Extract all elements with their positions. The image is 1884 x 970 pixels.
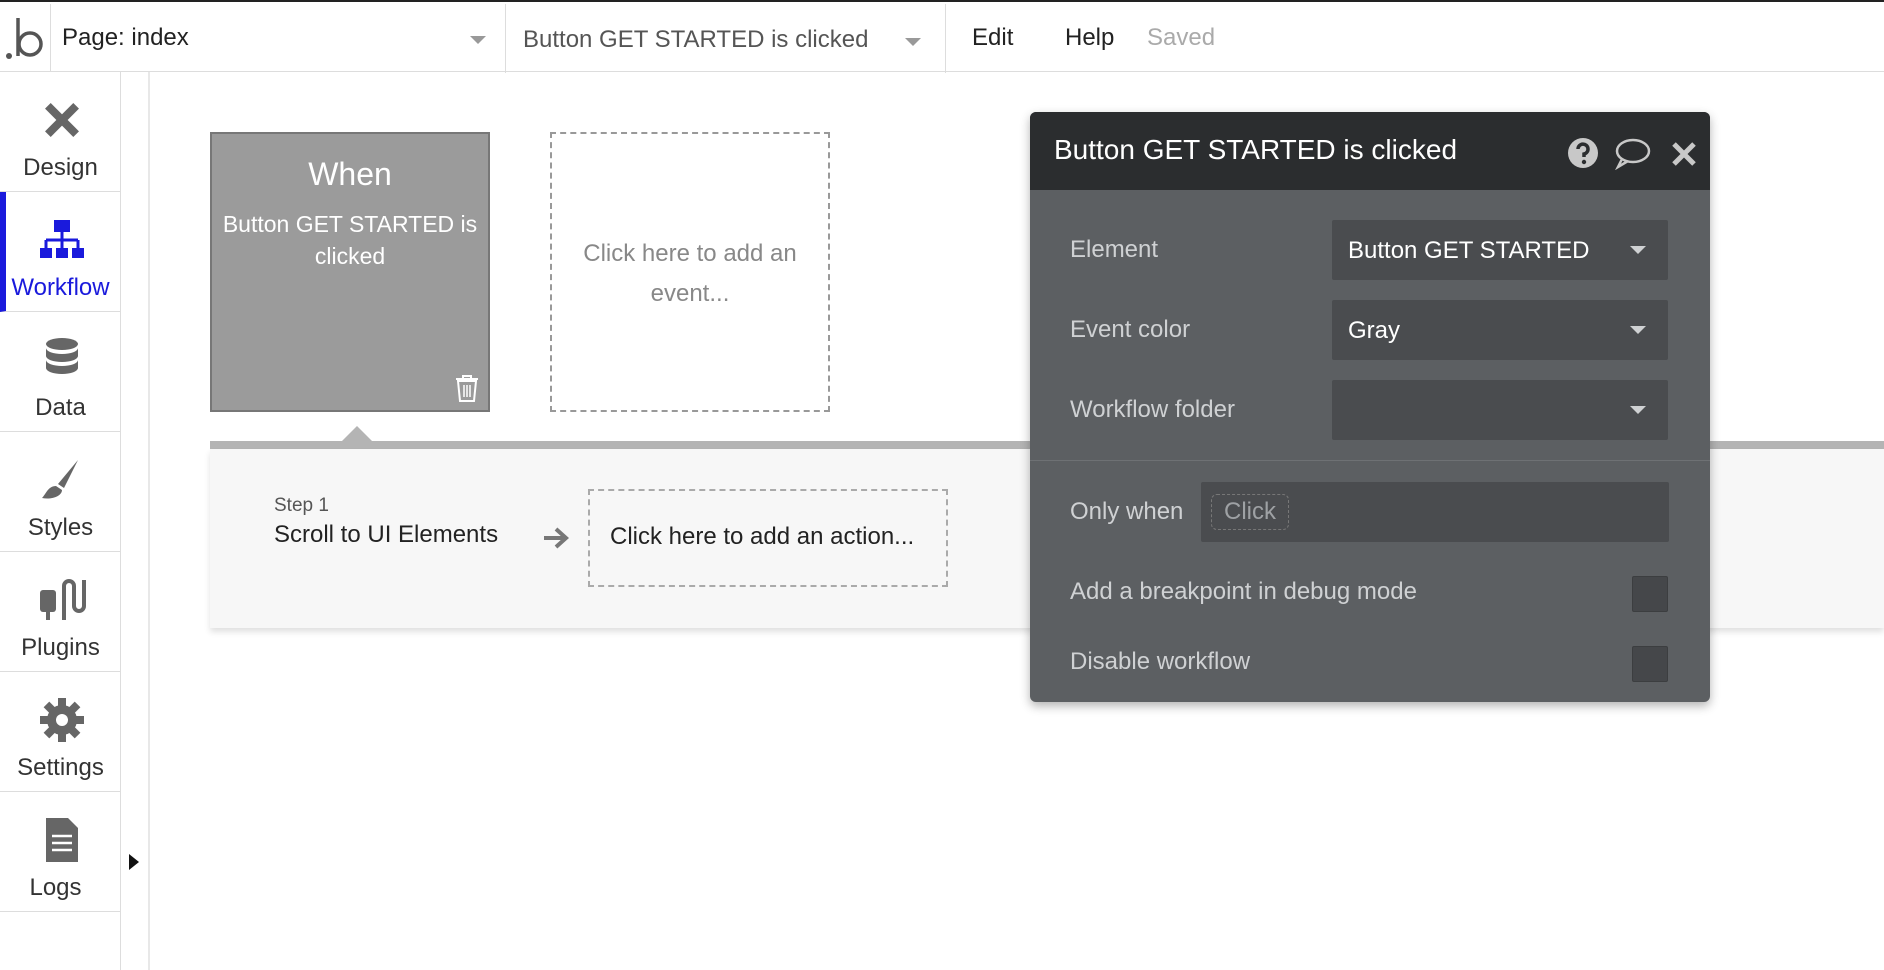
event-color-dropdown[interactable]: Gray [1332, 300, 1668, 360]
only-when-condition-input[interactable]: Click [1201, 482, 1669, 542]
chevron-down-icon [1630, 246, 1646, 254]
event-color-value: Gray [1348, 317, 1401, 344]
save-status: Saved [1147, 24, 1216, 51]
sidebar-divider [148, 72, 150, 970]
only-when-label: Only when [1070, 498, 1184, 525]
sidebar-item-settings[interactable]: Settings [0, 672, 121, 792]
trash-icon[interactable] [454, 374, 480, 402]
chevron-down-icon [1630, 406, 1646, 414]
database-icon [46, 338, 78, 374]
workflow-selector[interactable]: Button GET STARTED is clicked [505, 4, 945, 73]
chevron-down-icon [470, 36, 486, 44]
topbar-divider [945, 4, 946, 73]
top-bar: Page: index Button GET STARTED is clicke… [0, 0, 1884, 73]
page-selector-label: Page: index [62, 24, 189, 51]
chevron-down-icon [905, 38, 921, 46]
sidebar-item-data[interactable]: Data [0, 312, 121, 432]
bubble-logo-icon[interactable] [4, 14, 48, 62]
element-label: Element [1070, 236, 1159, 263]
menu-edit[interactable]: Edit [972, 24, 1013, 52]
add-action-label: Click here to add an action... [610, 523, 915, 550]
page-selector[interactable]: Page: index [50, 4, 504, 73]
disable-workflow-label: Disable workflow [1070, 648, 1251, 675]
menu-help[interactable]: Help [1065, 24, 1114, 52]
panel-title: Button GET STARTED is clicked [1054, 134, 1458, 165]
comment-icon[interactable] [1614, 136, 1652, 170]
sidebar-item-label: Workflow [11, 274, 110, 301]
sidebar-item-label: Data [35, 394, 86, 421]
sidebar-item-styles[interactable]: Styles [0, 432, 121, 552]
workflow-folder-label: Workflow folder [1070, 396, 1235, 423]
left-sidebar: Design Workflow Data Styles Plugins Sett… [0, 72, 121, 970]
sidebar-item-workflow[interactable]: Workflow [0, 192, 121, 312]
sidebar-item-label: Design [23, 154, 98, 181]
event-card-title: When [308, 156, 392, 192]
selected-event-pointer [342, 426, 372, 441]
expand-sidebar-icon[interactable] [129, 854, 139, 870]
disable-workflow-checkbox[interactable] [1632, 646, 1668, 682]
sidebar-item-plugins[interactable]: Plugins [0, 552, 121, 672]
brush-icon [42, 460, 78, 499]
document-icon [46, 818, 78, 862]
workflow-folder-dropdown[interactable] [1332, 380, 1668, 440]
sidebar-item-design[interactable]: Design [0, 72, 121, 192]
add-action-button[interactable]: Click here to add an action... [588, 489, 948, 587]
design-icon [45, 103, 79, 137]
panel-header: Button GET STARTED is clicked [1030, 112, 1710, 190]
step-action[interactable]: Scroll to UI Elements [274, 521, 498, 549]
gear-icon [40, 698, 84, 742]
arrow-right-icon [544, 527, 569, 549]
chevron-down-icon [1630, 326, 1646, 334]
event-color-label: Event color [1070, 316, 1191, 343]
workflow-selector-label: Button GET STARTED is clicked [523, 26, 869, 53]
sidebar-item-label: Logs [29, 874, 82, 901]
workflow-icon [40, 220, 84, 258]
sidebar-item-label: Styles [27, 514, 94, 541]
add-event-button[interactable]: Click here to add an event... [550, 132, 830, 412]
element-value: Button GET STARTED [1348, 237, 1590, 264]
panel-divider [1030, 460, 1710, 461]
only-when-placeholder[interactable]: Click [1211, 494, 1289, 530]
event-card[interactable]: When Button GET STARTED is clicked [210, 132, 490, 412]
sidebar-item-label: Settings [17, 754, 104, 781]
add-event-label: Click here to add an event... [583, 240, 797, 307]
workflow-property-panel: Button GET STARTED is clicked Element Bu… [1030, 112, 1710, 702]
plug-icon [40, 579, 86, 620]
step-label: Step 1 [274, 495, 329, 516]
element-dropdown[interactable]: Button GET STARTED [1332, 220, 1668, 280]
close-icon[interactable] [1670, 136, 1698, 170]
sidebar-item-label: Plugins [21, 634, 100, 661]
help-icon[interactable] [1566, 136, 1600, 170]
event-card-description: Button GET STARTED is clicked [222, 211, 478, 269]
sidebar-item-logs[interactable]: Logs [0, 792, 121, 912]
breakpoint-label: Add a breakpoint in debug mode [1070, 578, 1417, 605]
breakpoint-checkbox[interactable] [1632, 576, 1668, 612]
